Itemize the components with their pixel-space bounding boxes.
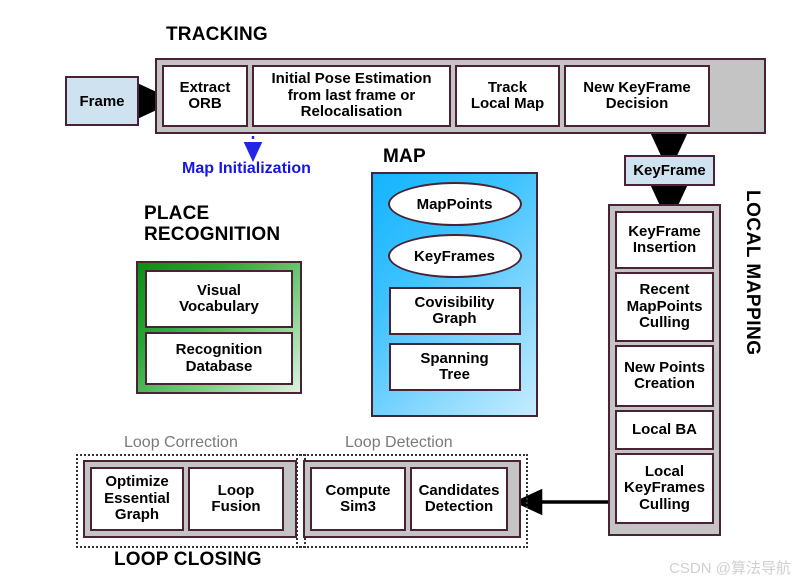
local-mapping-step-new-points-creation[interactable]: New Points Creation — [615, 345, 714, 407]
loop-correction-label: Loop Correction — [124, 434, 238, 451]
map-rect-spanning-tree[interactable]: Spanning Tree — [388, 343, 521, 391]
place-recognition-item-recognition-database[interactable]: Recognition Database — [145, 332, 293, 385]
loop-closing-step-optimize-essential-graph[interactable]: Optimize Essential Graph — [90, 467, 184, 531]
diagram-canvas: TRACKING Frame Extract ORB Initial Pose … — [0, 0, 801, 586]
map-ellipse-mappoints[interactable]: MapPoints — [387, 182, 522, 226]
map-title: MAP — [383, 146, 426, 167]
keyframe-box: KeyFrame — [624, 155, 715, 186]
map-ellipse-keyframes[interactable]: KeyFrames — [387, 234, 522, 278]
tracking-step-extract-orb[interactable]: Extract ORB — [162, 65, 248, 127]
local-mapping-step-local-keyframes-culling[interactable]: Local KeyFrames Culling — [615, 453, 714, 524]
place-recognition-group: Visual Vocabulary Recognition Database — [136, 261, 302, 394]
map-rect-covisibility-graph[interactable]: Covisibility Graph — [388, 287, 521, 335]
local-mapping-step-local-ba[interactable]: Local BA — [615, 410, 714, 450]
map-initialization-label: Map Initialization — [182, 160, 311, 177]
csdn-watermark: CSDN @算法导航 — [669, 560, 791, 577]
local-mapping-step-recent-mappoints-culling[interactable]: Recent MapPoints Culling — [615, 272, 714, 342]
tracking-step-initial-pose-estimation[interactable]: Initial Pose Estimation from last frame … — [252, 65, 451, 127]
frame-input-box: Frame — [65, 76, 139, 126]
tracking-step-new-keyframe-decision[interactable]: New KeyFrame Decision — [564, 65, 710, 127]
place-recognition-title: PLACE RECOGNITION — [144, 203, 281, 246]
tracking-step-track-local-map[interactable]: Track Local Map — [455, 65, 560, 127]
local-mapping-group: KeyFrame Insertion Recent MapPoints Cull… — [608, 204, 721, 536]
local-mapping-step-keyframe-insertion[interactable]: KeyFrame Insertion — [615, 211, 714, 269]
local-mapping-title: LOCAL MAPPING — [742, 190, 763, 356]
loop-closing-title: LOOP CLOSING — [114, 549, 262, 570]
loop-correction-group: Optimize Essential Graph Loop Fusion — [83, 460, 297, 538]
tracking-title: TRACKING — [166, 24, 268, 45]
map-group: MapPoints KeyFrames Covisibility Graph S… — [371, 172, 538, 417]
loop-detection-group: Compute Sim3 Candidates Detection — [303, 460, 521, 538]
loop-closing-step-compute-sim3[interactable]: Compute Sim3 — [310, 467, 406, 531]
place-recognition-item-visual-vocabulary[interactable]: Visual Vocabulary — [145, 270, 293, 328]
loop-detection-label: Loop Detection — [345, 434, 453, 451]
loop-closing-step-loop-fusion[interactable]: Loop Fusion — [188, 467, 284, 531]
loop-closing-step-candidates-detection[interactable]: Candidates Detection — [410, 467, 508, 531]
tracking-group: Extract ORB Initial Pose Estimation from… — [155, 58, 766, 134]
